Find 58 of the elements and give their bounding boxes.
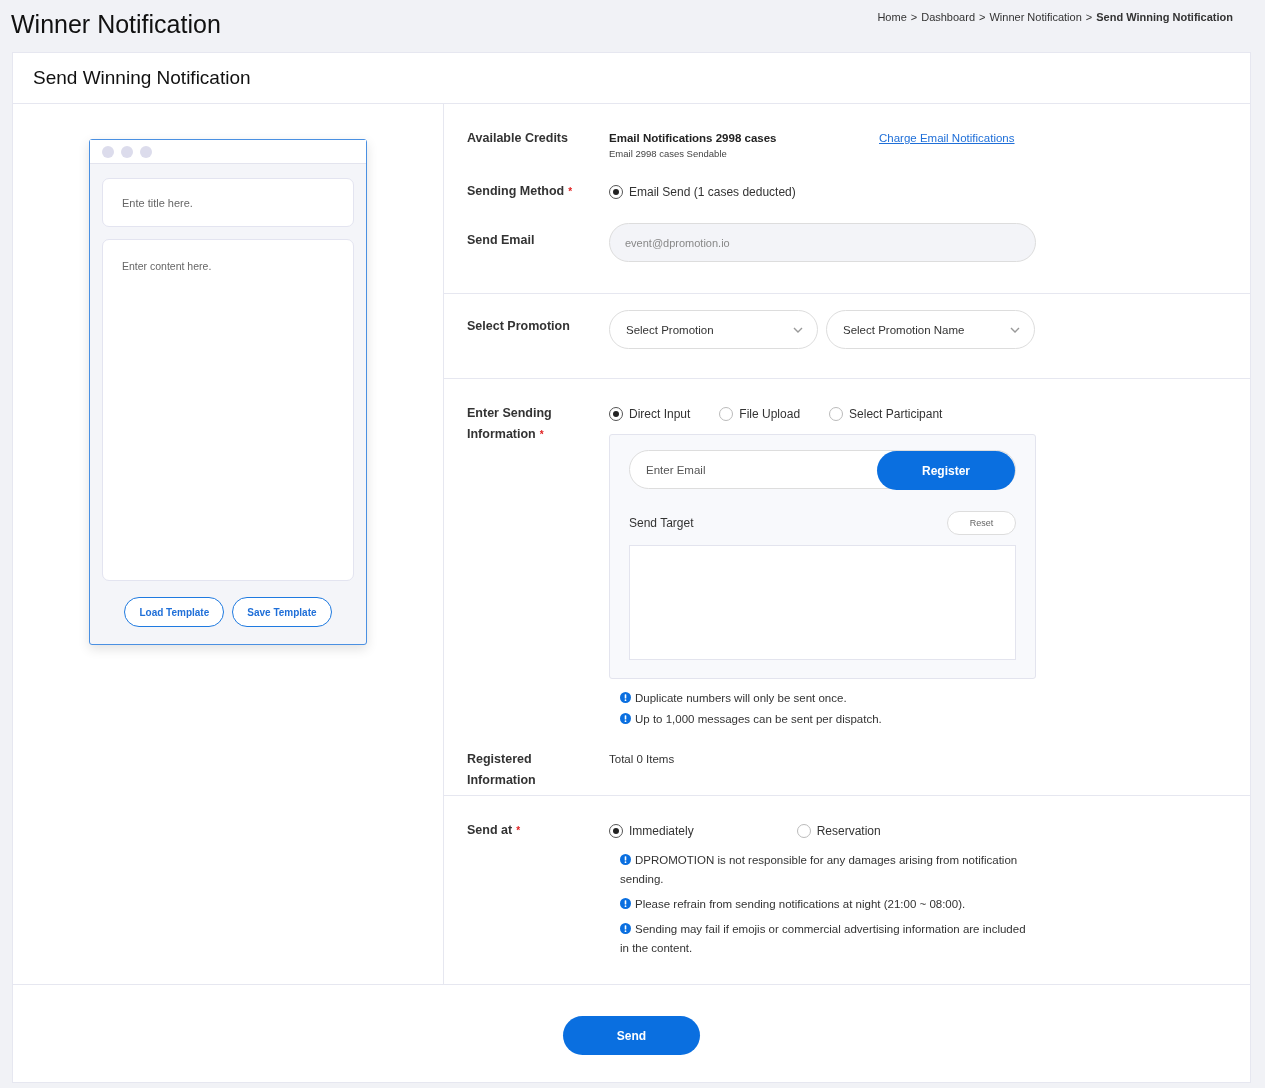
radio-button[interactable] xyxy=(609,823,623,838)
breadcrumb-separator: > xyxy=(910,11,918,23)
charge-link[interactable]: Charge Email Notifications xyxy=(879,132,1015,159)
field-label: Send Email xyxy=(467,232,536,249)
info-note: DPROMOTION is not responsible for any damages arising from notification sending. xyxy=(620,853,1019,887)
field-label: Sending Method * xyxy=(467,183,574,200)
radio-button[interactable] xyxy=(609,184,623,199)
radio-label[interactable]: Select Participant xyxy=(849,406,943,421)
breadcrumb-link[interactable]: Dashboard xyxy=(921,11,975,23)
promotion-dropdown[interactable]: Select Promotion xyxy=(609,310,818,349)
info-icon xyxy=(620,692,631,703)
info-icon xyxy=(620,713,631,724)
window-dot xyxy=(140,145,152,158)
info-note: Please refrain from sending notifications at night (21:00 ~ 08:00). xyxy=(620,895,1036,914)
radio-button[interactable] xyxy=(719,406,734,421)
field-label: Select Promotion xyxy=(467,318,571,335)
register-button[interactable]: Register xyxy=(877,451,1015,490)
registered-count: Total 0 Items xyxy=(609,752,675,767)
chevron-down-icon xyxy=(793,326,803,333)
title-input[interactable]: Ente title here. xyxy=(102,178,354,227)
card-title: Send Winning Notification xyxy=(13,53,1250,104)
field-label: Enter Sending Information * xyxy=(467,405,553,443)
radio-label[interactable]: Immediately xyxy=(629,823,694,838)
radio-label[interactable]: Direct Input xyxy=(629,406,691,421)
breadcrumb-separator: > xyxy=(979,11,986,23)
radio-button[interactable] xyxy=(609,406,623,421)
info-icon xyxy=(620,923,631,934)
breadcrumb-separator: > xyxy=(1085,11,1093,23)
radio-label[interactable]: Email Send (1 cases deducted) xyxy=(629,184,796,199)
content-textarea[interactable]: Enter content here. xyxy=(102,239,354,581)
credits-detail: Email 2998 cases Sendable xyxy=(609,148,728,159)
field-label: Available Credits xyxy=(467,130,569,147)
info-note: Duplicate numbers will only be sent once. xyxy=(620,689,1036,708)
window-dot xyxy=(121,145,133,158)
radio-label[interactable]: File Upload xyxy=(739,406,801,421)
breadcrumb-link[interactable]: Winner Notification xyxy=(989,11,1082,23)
breadcrumb-link[interactable]: Home xyxy=(877,11,907,23)
radio-button[interactable] xyxy=(796,823,811,838)
radio-label[interactable]: Reservation xyxy=(816,823,881,838)
email-field[interactable]: Enter Email Register xyxy=(629,450,1016,489)
credits-summary: Email Notifications 2998 cases xyxy=(609,132,778,144)
window-dot xyxy=(102,145,114,158)
info-note: Sending may fail if emojis or commercial advertising information are included in the content. xyxy=(620,922,1027,956)
breadcrumb-link[interactable]: Send Winning Notification xyxy=(1096,11,1233,23)
info-icon xyxy=(620,898,631,909)
reset-button[interactable]: Reset xyxy=(947,511,1016,535)
info-icon xyxy=(620,854,631,865)
radio-button[interactable] xyxy=(829,406,844,421)
send-target-label: Send Target xyxy=(629,516,694,530)
template-button[interactable]: Load Template xyxy=(124,597,225,627)
send-button[interactable]: Send xyxy=(563,1016,700,1055)
field-label: Registered Information xyxy=(467,751,537,789)
field-label: Send at * xyxy=(467,822,522,839)
chevron-down-icon xyxy=(1010,326,1020,333)
info-note: Up to 1,000 messages can be sent per dispatch. xyxy=(620,710,1036,729)
template-button[interactable]: Save Template xyxy=(232,597,332,627)
page-title: Winner Notification xyxy=(11,10,221,39)
promotion-dropdown[interactable]: Select Promotion Name xyxy=(826,310,1035,349)
